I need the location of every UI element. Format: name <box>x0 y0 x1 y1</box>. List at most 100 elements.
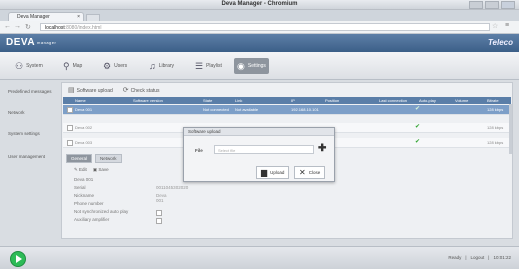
row-name: Deva 002 <box>75 125 93 130</box>
toolbar-label: System <box>26 63 43 69</box>
status-separator: | <box>488 255 490 260</box>
row-checkbox[interactable] <box>67 125 73 131</box>
detail-value: Deva 001 <box>156 193 167 203</box>
amplifier-checkbox[interactable] <box>156 218 162 224</box>
row-ip: 192.168.10.101 <box>291 107 319 112</box>
detail-toolbar: ✎ Edit ▣ Save <box>74 167 109 173</box>
row-name: Deva 001 <box>75 107 93 112</box>
col-autoplay[interactable]: Auto-play <box>419 98 436 103</box>
detail-label: Auxiliary amplifier <box>74 217 110 222</box>
edit-icon: ✎ <box>74 167 78 172</box>
toolbar-library-button[interactable]: ♫ Library <box>146 58 177 74</box>
software-upload-label: Software upload <box>76 88 113 94</box>
row-checkbox[interactable] <box>67 107 73 113</box>
sidebar-item-network[interactable]: Network <box>8 110 58 115</box>
check-icon: ✔ <box>415 124 421 130</box>
save-button[interactable]: ▣ Save <box>93 167 109 173</box>
play-icon[interactable] <box>10 251 26 267</box>
detail-row-nickname: Nickname Deva 001 <box>74 193 167 203</box>
dialog-title: Software upload <box>184 128 334 136</box>
col-ip[interactable]: IP <box>291 98 295 103</box>
check-icon: ✔ <box>415 139 421 145</box>
app-logo: DEVA manager <box>6 37 56 48</box>
detail-label: Phone number <box>74 201 104 206</box>
check-status-label: Check status <box>130 88 160 94</box>
refresh-icon: ⟳ <box>122 87 129 94</box>
url-input[interactable]: localhost:8080/index.html <box>40 23 490 31</box>
music-icon: ♫ <box>149 61 156 71</box>
row-name: Deva 003 <box>75 140 93 145</box>
save-label: Save <box>98 167 109 172</box>
close-window-button[interactable] <box>501 1 515 9</box>
toolbar-settings-button[interactable]: ◉ Settings <box>234 58 269 74</box>
sidebar-item-system-settings[interactable]: System settings <box>8 131 58 136</box>
detail-row-phone: Phone number <box>74 201 128 209</box>
edit-button[interactable]: ✎ Edit <box>74 167 87 173</box>
col-software[interactable]: Software version <box>133 98 163 103</box>
browser-menu-icon[interactable]: ≡ <box>505 22 509 29</box>
minimize-button[interactable] <box>469 1 483 9</box>
table-scrollbar[interactable] <box>509 104 512 154</box>
toolbar-system-button[interactable]: ⚇ System <box>12 58 46 74</box>
toolbar-label: Users <box>114 63 128 69</box>
close-button[interactable]: ✕ Close <box>294 166 326 179</box>
status-separator: | <box>465 255 467 260</box>
file-label: File <box>195 148 203 153</box>
row-checkbox[interactable] <box>67 140 73 146</box>
tab-network[interactable]: Network <box>95 154 122 163</box>
detail-row-serial: Serial 0011045302020 <box>74 185 188 193</box>
browser-addressbar: ← → ↻ localhost:8080/index.html ☆ ≡ <box>0 21 519 34</box>
reload-icon[interactable]: ↻ <box>25 23 31 31</box>
detail-tabs: General Network <box>66 154 122 163</box>
detail-row-amplifier: Auxiliary amplifier <box>74 217 162 225</box>
browser-tabstrip: Deva Manager × <box>0 10 519 22</box>
back-icon[interactable]: ← <box>4 23 11 30</box>
software-upload-dialog: Software upload File Select file ✚ ▆ Upl… <box>183 127 335 182</box>
software-upload-button[interactable]: ▤ Software upload <box>68 86 113 94</box>
col-last-connection[interactable]: Last connection <box>379 98 407 103</box>
main-toolbar: ⚇ System ⚲ Map ⚙ Users ♫ Library ☰ Playl… <box>0 52 519 80</box>
col-position[interactable]: Position <box>325 98 339 103</box>
add-file-icon[interactable]: ✚ <box>318 143 326 154</box>
upload-icon: ▆ <box>261 168 268 177</box>
upload-label: Upload <box>270 170 285 175</box>
maximize-button[interactable] <box>485 1 499 9</box>
tab-general[interactable]: General <box>66 154 93 163</box>
status-bar: Ready | Logout | 10:01:22 <box>0 246 519 269</box>
detail-label: Serial <box>74 185 86 190</box>
status-ready: Ready <box>448 255 462 260</box>
toolbar-users-button[interactable]: ⚙ Users <box>100 58 130 74</box>
col-bitrate[interactable]: Bitrate <box>487 98 499 103</box>
col-state[interactable]: State <box>203 98 212 103</box>
logout-link[interactable]: Logout <box>471 255 485 260</box>
close-icon: ✕ <box>299 168 306 177</box>
row-link: Not available <box>235 107 259 112</box>
toolbar-map-button[interactable]: ⚲ Map <box>60 58 85 74</box>
forward-icon[interactable]: → <box>14 23 21 30</box>
col-link[interactable]: Link <box>235 98 242 103</box>
check-status-button[interactable]: ⟳ Check status <box>123 86 160 94</box>
sidebar-item-predefined-messages[interactable]: Predefined messages <box>8 89 58 94</box>
edit-label: Edit <box>79 167 87 172</box>
detail-row-autoplay: Not synchronized auto play <box>74 209 162 217</box>
toolbar-label: Library <box>158 63 175 69</box>
brand-logo: Teleco <box>487 38 513 47</box>
app-logo-sub: manager <box>37 39 57 45</box>
autoplay-checkbox[interactable] <box>156 210 162 216</box>
browser-tab-label: Deva Manager <box>17 14 50 20</box>
col-volume[interactable]: Volume <box>455 98 468 103</box>
toolbar-label: Playlist <box>206 63 222 69</box>
settings-icon: ◉ <box>237 60 245 71</box>
sidebar-item-user-management[interactable]: User management <box>8 154 58 159</box>
detail-value: 0011045302020 <box>156 185 189 190</box>
toolbar-playlist-button[interactable]: ☰ Playlist <box>192 58 225 74</box>
file-input[interactable]: Select file <box>214 145 314 154</box>
browser-tab[interactable]: Deva Manager × <box>8 12 84 21</box>
devices-table-header: Name Software version State Link IP Posi… <box>63 97 511 104</box>
upload-button[interactable]: ▆ Upload <box>256 166 290 179</box>
settings-sidebar: Predefined messages Network System setti… <box>8 86 58 234</box>
location-icon: ⚲ <box>63 60 70 71</box>
col-name[interactable]: Name <box>75 98 86 103</box>
table-row[interactable]: Deva 001 Not connected Not available 192… <box>63 105 511 115</box>
bookmark-star-icon[interactable]: ☆ <box>492 22 498 30</box>
